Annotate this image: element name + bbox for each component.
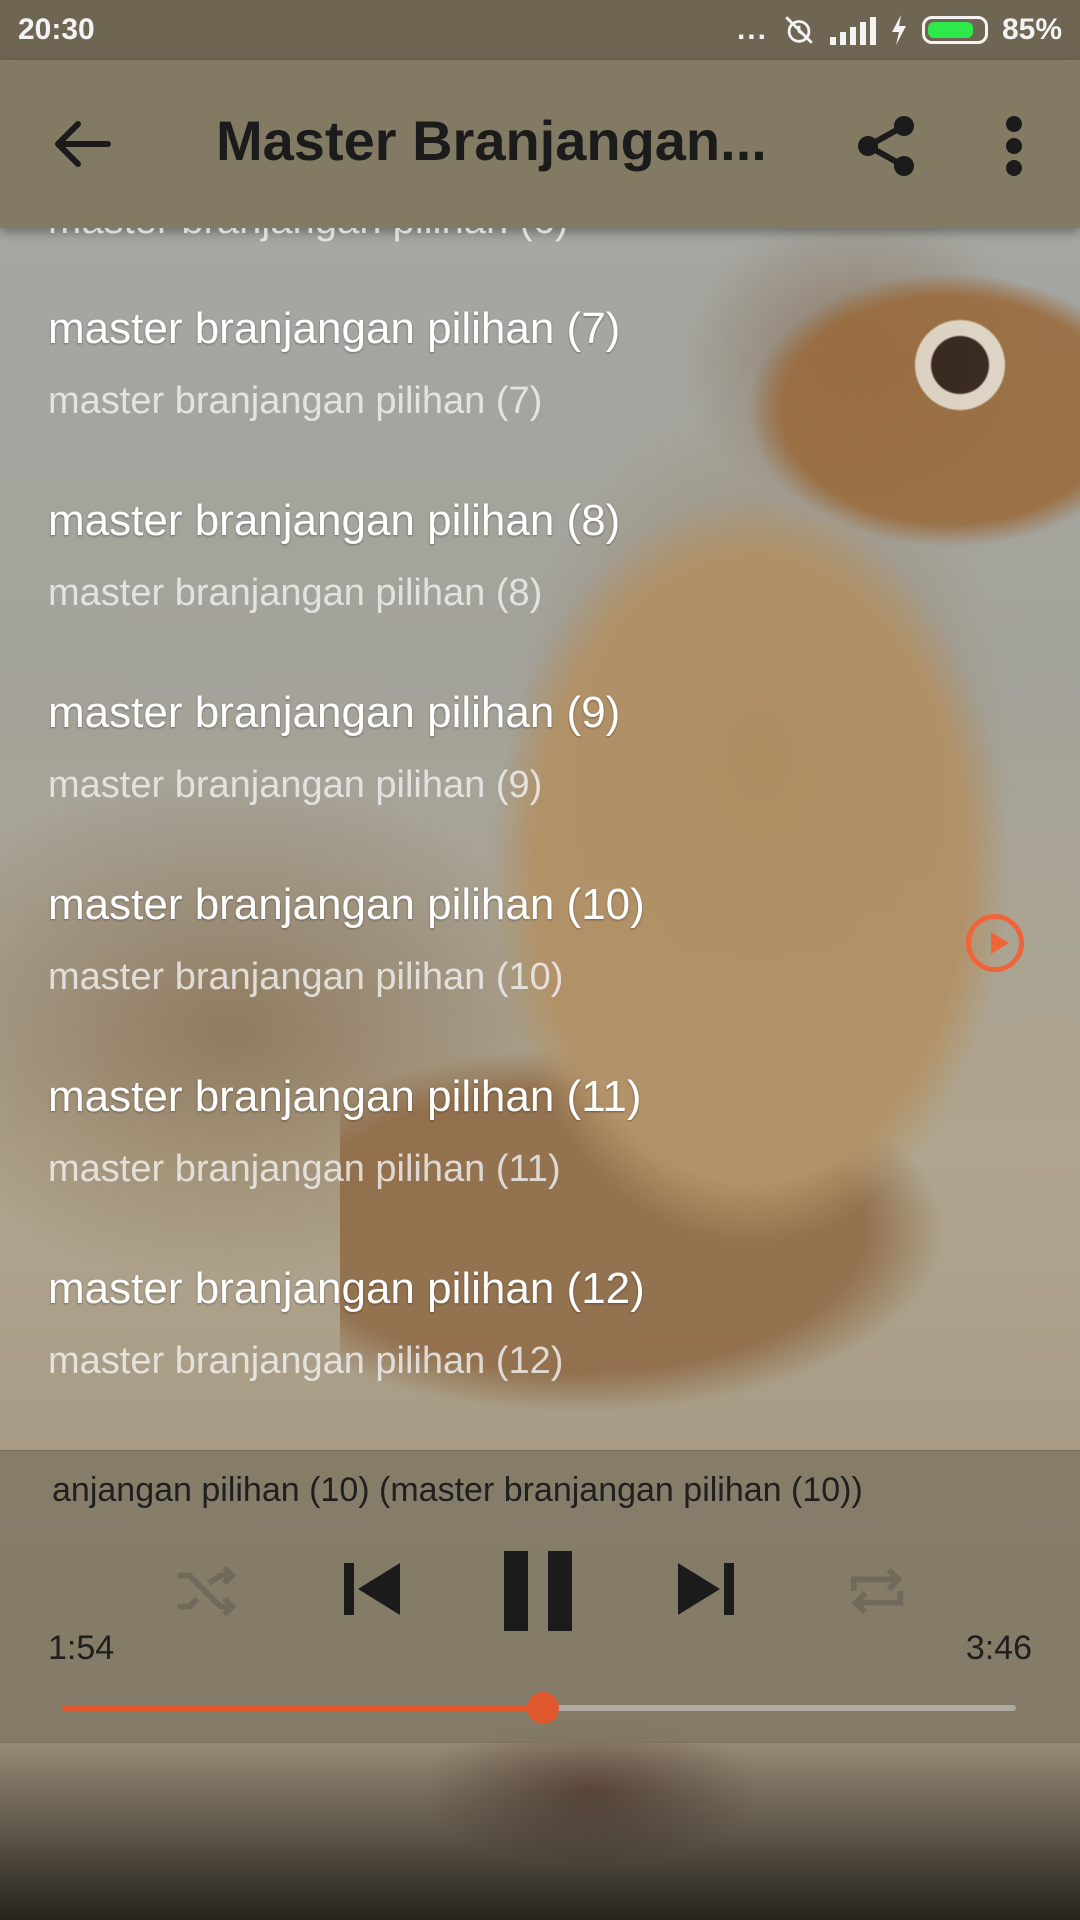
player-panel: anjangan pilihan (10) (master branjangan… <box>0 1450 1080 1743</box>
bottom-background <box>0 1742 1080 1920</box>
list-item-title: master branjangan pilihan (12) <box>48 1264 645 1313</box>
list-item-title: master branjangan pilihan (9) <box>48 688 621 737</box>
status-time: 20:30 <box>18 13 95 46</box>
repeat-icon[interactable] <box>846 1563 908 1619</box>
list-item-subtitle: master branjangan pilihan (7) <box>48 380 543 422</box>
battery-fill <box>927 22 973 38</box>
list-item-partial[interactable]: master branjangan pilihan (6) <box>48 228 568 243</box>
list-item[interactable]: master branjangan pilihan (11) master br… <box>0 1072 1080 1262</box>
previous-icon[interactable] <box>340 1557 404 1621</box>
now-playing-text: anjangan pilihan (10) (master branjangan… <box>52 1471 863 1509</box>
list-item[interactable]: master branjangan pilihan (7) master bra… <box>0 304 1080 494</box>
seek-bar[interactable] <box>62 1692 1016 1724</box>
list-item[interactable]: master branjangan pilihan (12) master br… <box>0 1264 1080 1448</box>
notification-dots: ... <box>736 13 768 46</box>
list-item-subtitle: master branjangan pilihan (8) <box>48 572 543 614</box>
list-item[interactable]: master branjangan pilihan (9) master bra… <box>0 688 1080 878</box>
shuffle-icon[interactable] <box>174 1563 236 1619</box>
charging-icon <box>891 15 906 45</box>
total-time: 3:46 <box>965 1629 1032 1667</box>
list-item-subtitle: master branjangan pilihan (11) <box>48 1148 561 1190</box>
page-title: Master Branjangan... <box>216 109 767 172</box>
alarm-off-icon <box>785 16 813 44</box>
play-circle-icon[interactable] <box>966 914 1024 972</box>
list-item-title: master branjangan pilihan (11) <box>48 1072 642 1121</box>
battery-icon <box>921 16 988 44</box>
list-item-playing[interactable]: master branjangan pilihan (10) master br… <box>0 880 1080 1070</box>
list-item[interactable]: master branjangan pilihan (8) master bra… <box>0 496 1080 686</box>
list-item-title: master branjangan pilihan (10) <box>48 880 645 929</box>
status-icons: ... 85% <box>737 13 1062 47</box>
list-item-title: master branjangan pilihan (8) <box>48 496 621 545</box>
seek-progress <box>62 1705 543 1711</box>
share-icon[interactable] <box>856 114 916 178</box>
pause-icon[interactable] <box>500 1549 576 1633</box>
list-item-title: master branjangan pilihan (7) <box>48 304 621 353</box>
more-vert-icon[interactable] <box>998 114 1030 178</box>
app-bar: Master Branjangan... <box>0 60 1080 228</box>
seek-thumb[interactable] <box>526 1692 559 1724</box>
track-list: master branjangan pilihan (6) master bra… <box>0 228 1080 1448</box>
next-icon[interactable] <box>674 1557 738 1621</box>
status-bar: 20:30 ... 85% <box>0 0 1080 60</box>
signal-icon <box>829 15 876 45</box>
elapsed-time: 1:54 <box>48 1629 115 1667</box>
list-item-subtitle: master branjangan pilihan (9) <box>48 764 543 806</box>
list-item-subtitle: master branjangan pilihan (10) <box>48 956 564 998</box>
list-item-subtitle: master branjangan pilihan (12) <box>48 1340 564 1382</box>
battery-percent: 85% <box>1001 13 1062 46</box>
back-arrow-icon[interactable] <box>52 120 112 168</box>
